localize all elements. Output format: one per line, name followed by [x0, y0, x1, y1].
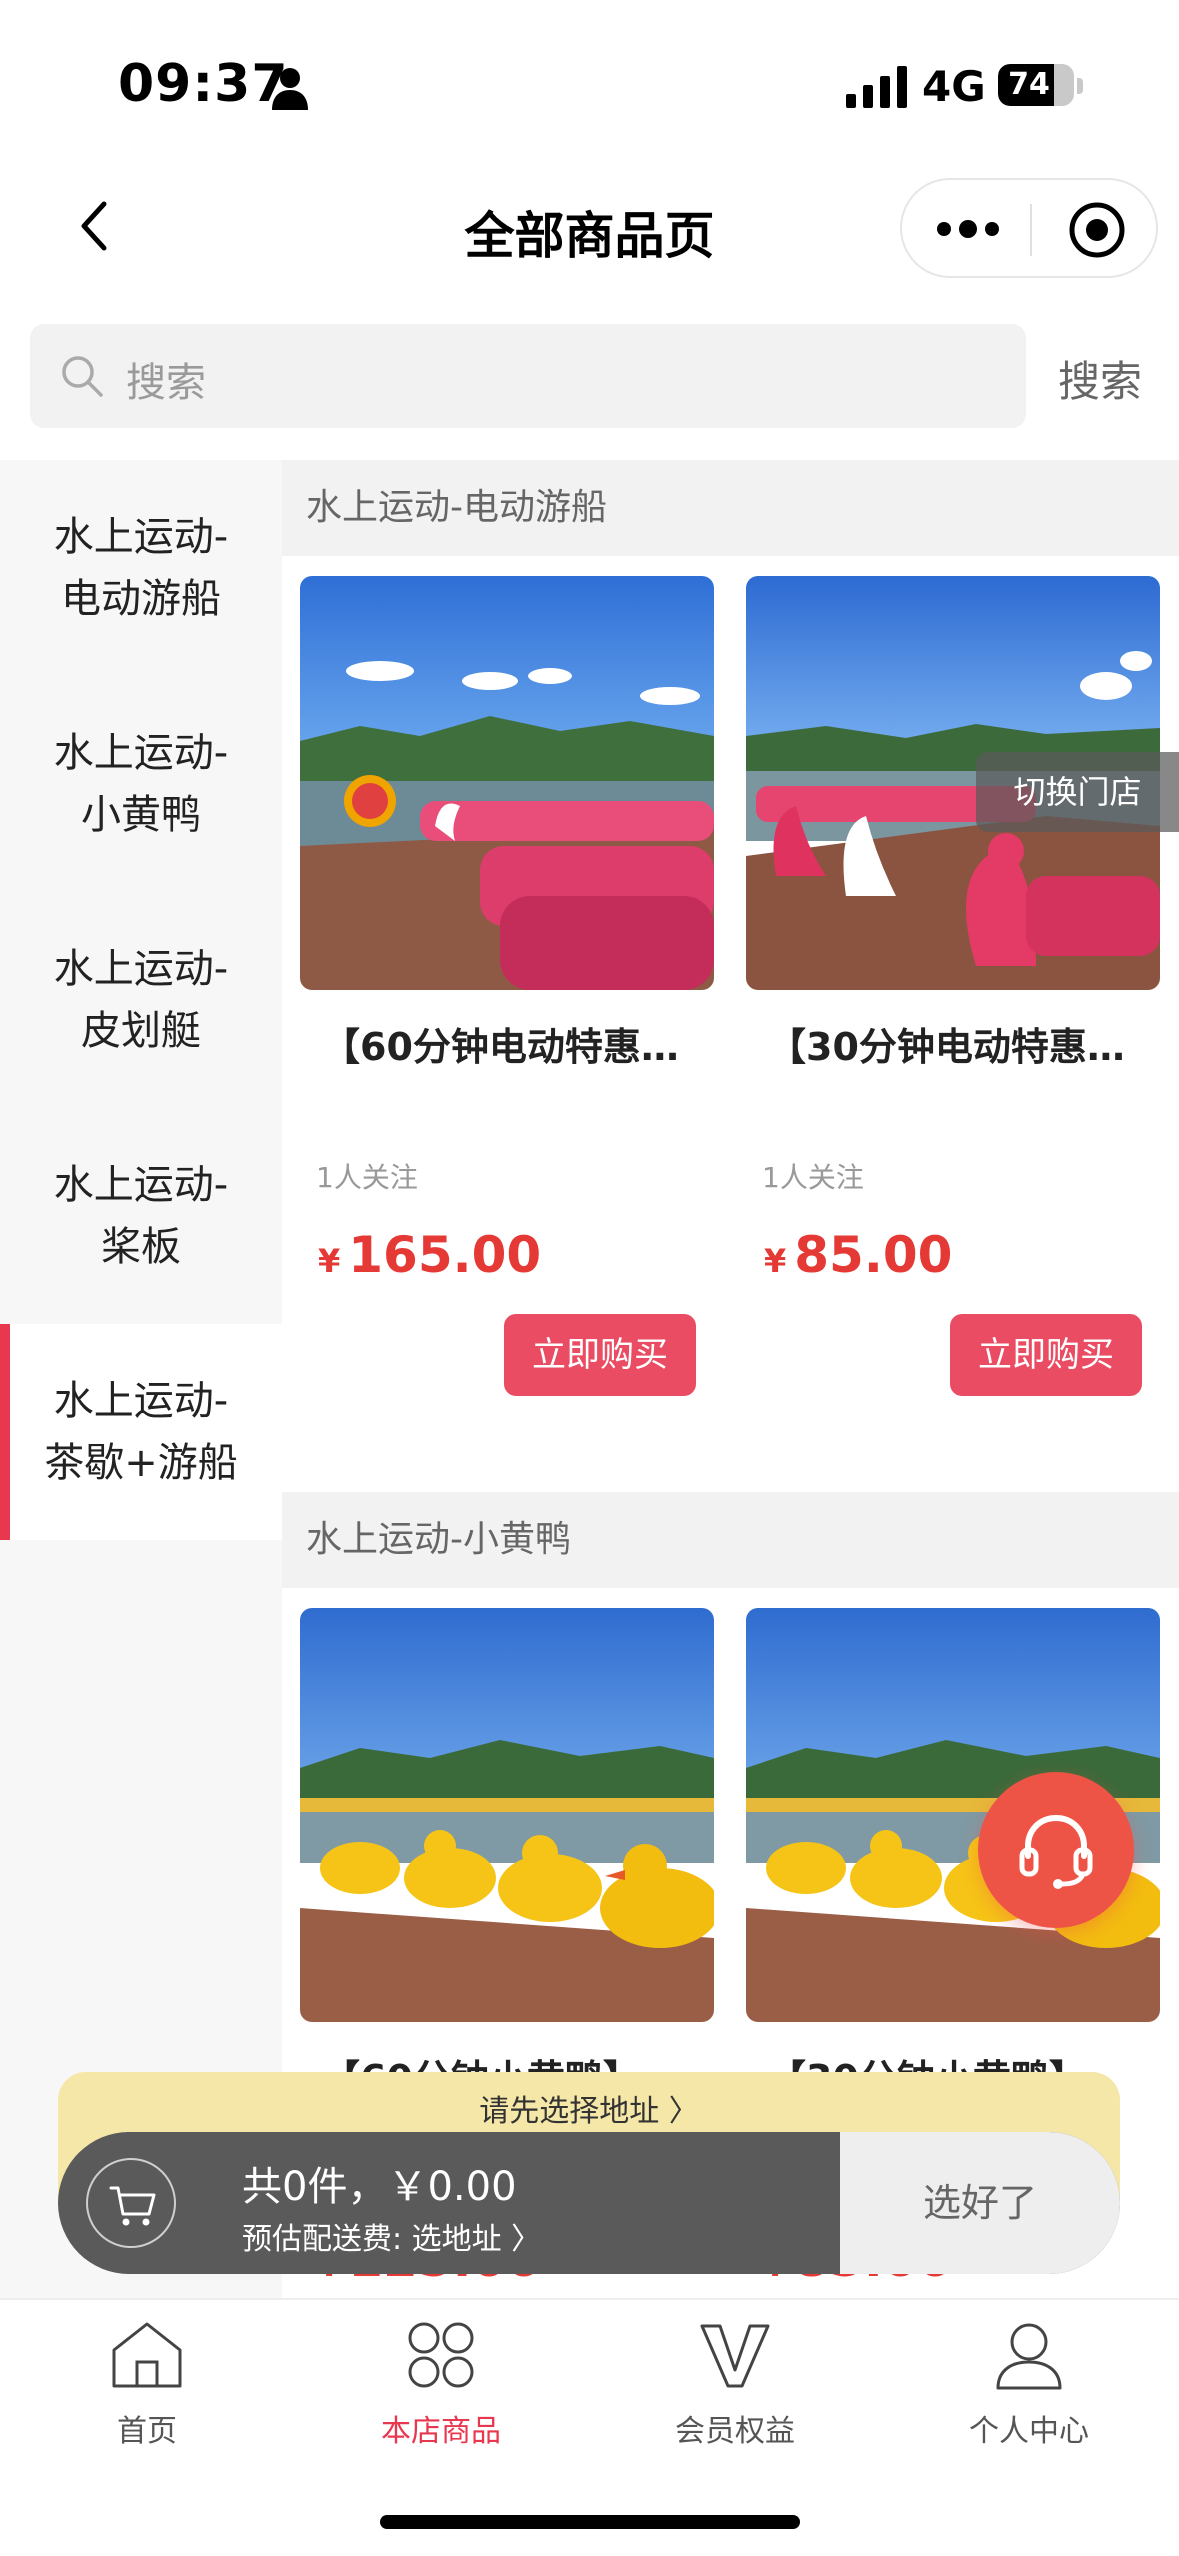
status-bar: 09:37 4G 74	[0, 0, 1179, 160]
buy-now-button[interactable]: 立即购买	[950, 1314, 1142, 1396]
network-type: 4G	[922, 62, 986, 111]
sidebar-item-label: 小黄鸭	[81, 792, 201, 838]
sidebar-item-label: 水上运动-	[53, 946, 229, 992]
search-input[interactable]: 搜索	[30, 324, 1026, 428]
category-sidebar: 水上运动- 电动游船 水上运动- 小黄鸭 水上运动- 皮划艇 水上运动- 桨板 水上运动…	[0, 460, 282, 2300]
mini-program-capsule	[900, 178, 1158, 278]
currency-symbol: ¥	[764, 1242, 787, 1280]
cart-button[interactable]	[86, 2158, 176, 2248]
member-v-icon	[700, 2324, 770, 2388]
section-title: 水上运动-小黄鸭	[282, 1492, 1179, 1588]
customer-service-button[interactable]	[978, 1772, 1134, 1928]
tab-label: 首页	[117, 2414, 177, 2449]
tab-profile[interactable]: 个人中心	[882, 2316, 1176, 2466]
done-button[interactable]: 选好了	[840, 2132, 1120, 2274]
tab-label: 个人中心	[969, 2414, 1089, 2449]
tab-label: 本店商品	[381, 2414, 501, 2449]
sidebar-item-label: 水上运动-	[53, 1378, 229, 1424]
currency-symbol: ¥	[318, 1242, 341, 1280]
search-icon	[62, 356, 103, 397]
product-follow-count: 1人关注	[762, 1161, 864, 1194]
product-card[interactable]: 【60分钟电动特惠船】 1人关注 ¥165.00 立即购买	[300, 576, 714, 1426]
sidebar-item-label: 水上运动-	[53, 514, 229, 560]
price-amount: 85.00	[794, 1226, 953, 1284]
switch-store-button[interactable]: 切换门店	[976, 752, 1179, 832]
signal-icon	[846, 66, 907, 108]
cart-bar: 共0件，￥0.00 预估配送费: 选地址 〉 选好了	[58, 2132, 1120, 2274]
product-image-yellow-ducks[interactable]	[300, 1608, 714, 2022]
battery-tip	[1077, 78, 1083, 94]
more-dots-icon[interactable]	[936, 214, 1000, 244]
product-follow-count: 1人关注	[316, 1161, 418, 1194]
cart-icon	[109, 2186, 156, 2226]
sidebar-item-label: 水上运动-	[53, 730, 229, 776]
address-tip-text: 请先选择地址 〉	[479, 2094, 699, 2129]
shop-products-icon	[408, 2322, 474, 2388]
search-button[interactable]: 搜索	[1058, 348, 1142, 409]
sidebar-item-label: 水上运动-	[53, 1162, 229, 1208]
battery-icon: 74	[998, 64, 1074, 106]
sidebar-item-label: 电动游船	[61, 576, 221, 622]
tab-shop-products[interactable]: 本店商品	[294, 2316, 588, 2466]
battery-level: 74	[1008, 67, 1050, 102]
person-icon	[996, 2323, 1062, 2390]
close-target-icon[interactable]	[1067, 200, 1127, 260]
product-price: ¥165.00	[318, 1226, 541, 1284]
sidebar-item-electric-boat[interactable]: 水上运动- 电动游船	[0, 460, 282, 676]
product-list: 水上运动-电动游船 【60分钟电动特惠船】 1人关注 ¥165.00 立即购买	[282, 460, 1179, 2300]
home-icon	[112, 2322, 182, 2388]
tab-member-benefits[interactable]: 会员权益	[588, 2316, 882, 2466]
status-time: 09:37	[118, 54, 289, 114]
delivery-fee-link[interactable]: 预估配送费: 选地址 〉	[242, 2214, 541, 2258]
price-amount: 165.00	[348, 1226, 542, 1284]
person-status-icon	[272, 68, 308, 110]
product-card[interactable]: 【30分钟电动特惠船】 1人关注 ¥85.00 立即购买	[746, 576, 1160, 1426]
tab-label: 会员权益	[675, 2414, 795, 2449]
sidebar-item-yellow-duck[interactable]: 水上运动- 小黄鸭	[0, 676, 282, 892]
cart-total: ￥0.00	[387, 2164, 517, 2210]
tab-home[interactable]: 首页	[0, 2316, 294, 2466]
product-name: 【30分钟电动特惠船】	[768, 1025, 1148, 1069]
sidebar-item-label: 茶歇+游船	[44, 1440, 238, 1486]
cart-summary: 共0件，￥0.00	[242, 2154, 517, 2212]
product-image-swan-boats[interactable]	[300, 576, 714, 990]
section-title: 水上运动-电动游船	[282, 460, 1179, 556]
search-placeholder: 搜索	[126, 360, 206, 406]
capsule-divider	[1030, 204, 1032, 256]
sidebar-item-kayak[interactable]: 水上运动- 皮划艇	[0, 892, 282, 1108]
sidebar-item-tea-boat[interactable]: 水上运动- 茶歇+游船	[0, 1324, 282, 1540]
product-price: ¥85.00	[764, 1226, 952, 1284]
home-indicator	[380, 2515, 800, 2529]
product-name: 【60分钟电动特惠船】	[322, 1025, 702, 1069]
sidebar-item-label: 皮划艇	[81, 1008, 201, 1054]
cart-count: 共0件，	[242, 2164, 388, 2210]
sidebar-item-paddleboard[interactable]: 水上运动- 桨板	[0, 1108, 282, 1324]
buy-now-button[interactable]: 立即购买	[504, 1314, 696, 1396]
sidebar-item-label: 桨板	[101, 1224, 181, 1270]
headset-icon	[1019, 1814, 1093, 1889]
